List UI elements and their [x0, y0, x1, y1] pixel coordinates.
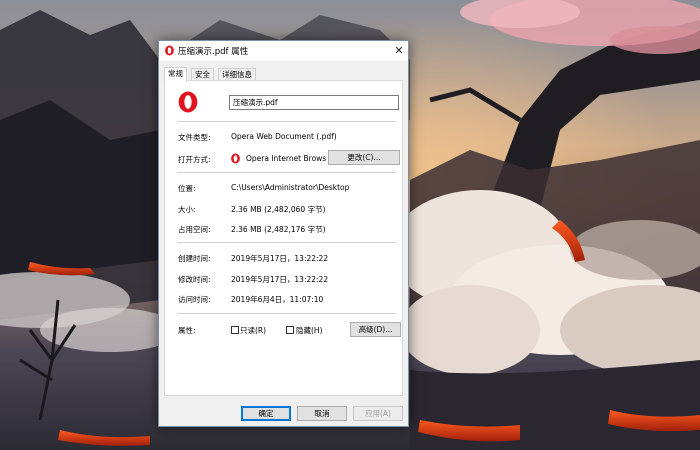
modified-label: 修改时间:: [178, 275, 211, 284]
tab-general[interactable]: 常规: [164, 67, 187, 82]
hidden-checkbox[interactable]: [286, 326, 294, 334]
separator: [177, 121, 396, 122]
title-bar[interactable]: 压缩演示.pdf 属性 ✕: [159, 41, 408, 61]
modified-value: 2019年5月17日，13:22:22: [231, 275, 329, 284]
size-on-disk-value: 2.36 MB (2,482,176 字节): [231, 225, 326, 234]
attributes-label: 属性:: [178, 326, 196, 335]
accessed-label: 访问时间:: [178, 295, 211, 304]
location-label: 位置:: [178, 184, 196, 193]
opera-icon: [165, 45, 174, 56]
created-label: 创建时间:: [178, 254, 211, 263]
file-name-input[interactable]: [229, 95, 399, 110]
cancel-button[interactable]: 取消: [297, 406, 347, 421]
created-value: 2019年5月17日，13:22:22: [231, 254, 329, 263]
size-label: 大小:: [178, 205, 196, 214]
size-on-disk-label: 占用空间:: [178, 225, 211, 234]
change-button[interactable]: 更改(C)...: [328, 150, 400, 165]
general-panel: 文件类型: Opera Web Document (.pdf) 打开方式: Op…: [164, 80, 403, 396]
file-type-value: Opera Web Document (.pdf): [231, 132, 337, 141]
separator: [177, 313, 396, 314]
apply-button[interactable]: 应用(A): [353, 406, 403, 421]
close-button[interactable]: ✕: [390, 41, 408, 61]
opera-browser-icon: [231, 153, 240, 164]
file-type-label: 文件类型:: [178, 133, 211, 142]
advanced-button[interactable]: 高级(D)...: [350, 322, 401, 337]
properties-dialog: 压缩演示.pdf 属性 ✕ 常规 安全 详细信息 文件类型: Opera Web…: [158, 40, 409, 427]
ok-button[interactable]: 确定: [241, 406, 291, 421]
size-value: 2.36 MB (2,482,060 字节): [231, 205, 326, 214]
window-title: 压缩演示.pdf 属性: [178, 47, 249, 57]
accessed-value: 2019年6月4日，11:07:10: [231, 295, 324, 304]
open-with-value: Opera Internet Browse: [246, 154, 326, 163]
location-value: C:\Users\Administrator\Desktop: [231, 183, 350, 192]
readonly-label[interactable]: 只读(R): [240, 325, 266, 336]
hidden-label[interactable]: 隐藏(H): [296, 325, 323, 336]
separator: [177, 242, 396, 243]
separator: [177, 172, 396, 173]
open-with-label: 打开方式:: [178, 155, 211, 164]
file-type-opera-icon: [178, 91, 198, 113]
readonly-checkbox[interactable]: [231, 326, 239, 334]
